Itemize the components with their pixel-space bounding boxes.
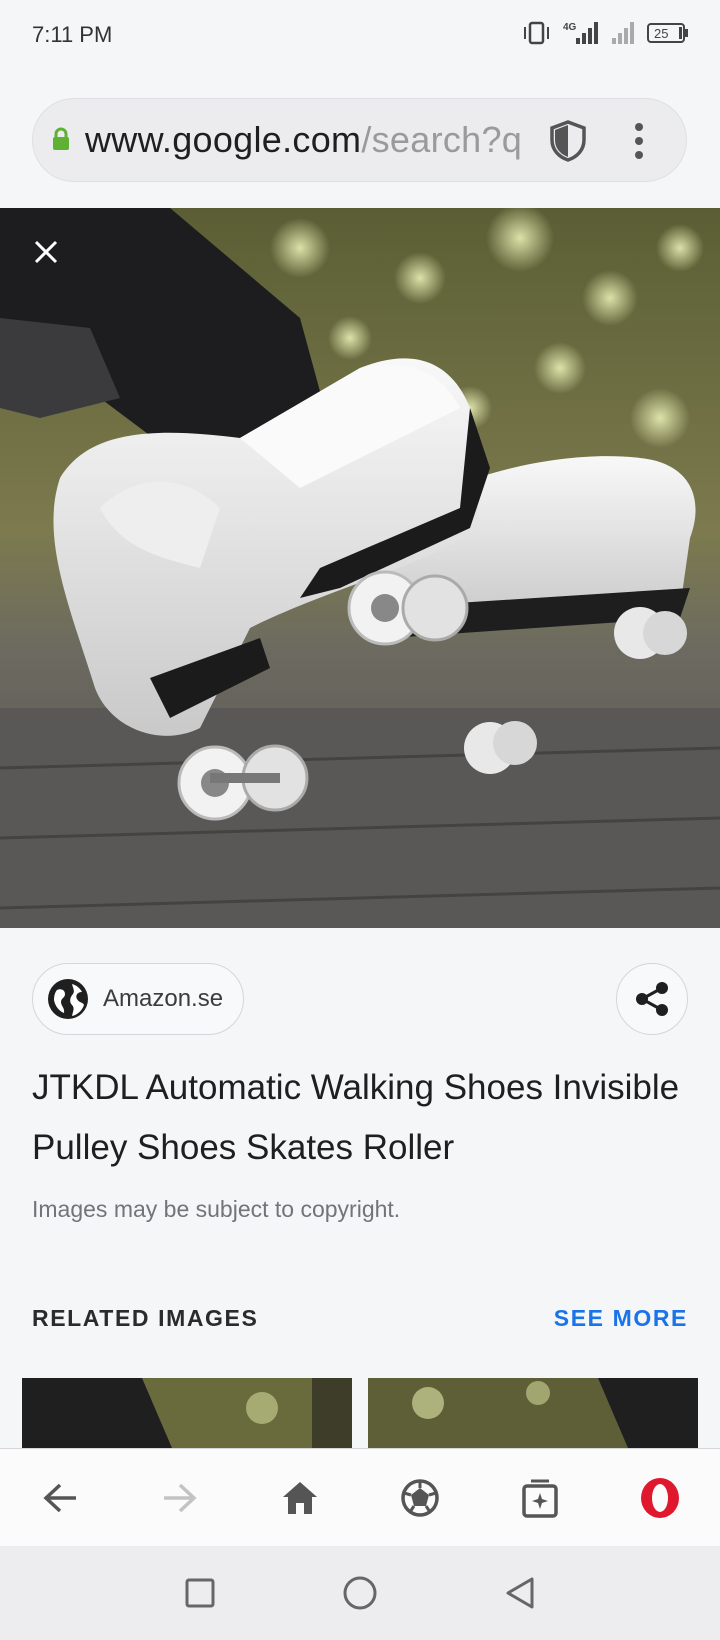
url-area: www.google.com/search?q bbox=[0, 72, 720, 208]
status-icons: 4G 25 bbox=[522, 20, 690, 46]
home-circle-icon bbox=[343, 1576, 377, 1610]
network-label: 4G bbox=[563, 22, 577, 33]
opera-menu-button[interactable] bbox=[600, 1449, 720, 1547]
roller-shoe-image bbox=[0, 208, 720, 928]
speed-dial-icon bbox=[401, 1478, 439, 1517]
result-image[interactable] bbox=[0, 208, 720, 928]
source-label: Amazon.se bbox=[103, 985, 224, 1012]
opera-menu-icon bbox=[641, 1477, 679, 1518]
recents-button[interactable] bbox=[170, 1563, 230, 1623]
close-icon[interactable] bbox=[30, 236, 62, 268]
share-button[interactable] bbox=[616, 963, 688, 1035]
speed-dial-button[interactable] bbox=[360, 1449, 480, 1547]
more-vert-icon[interactable] bbox=[631, 121, 647, 161]
home-icon bbox=[283, 1481, 317, 1514]
recents-square-icon bbox=[185, 1578, 215, 1608]
see-more-link[interactable]: SEE MORE bbox=[554, 1305, 688, 1332]
battery-label: 25 bbox=[654, 26, 668, 41]
url-path: /search?q bbox=[361, 119, 523, 160]
copyright-notice: Images may be subject to copyright. bbox=[32, 1196, 401, 1222]
forward-arrow-icon bbox=[164, 1483, 197, 1512]
tabs-button[interactable] bbox=[480, 1449, 600, 1547]
back-arrow-icon bbox=[43, 1483, 76, 1512]
lock-icon bbox=[53, 127, 69, 150]
status-time: 7:11 PM bbox=[32, 22, 113, 47]
forward-button[interactable] bbox=[120, 1449, 240, 1547]
home-nav-button[interactable] bbox=[330, 1563, 390, 1623]
back-button[interactable] bbox=[0, 1449, 120, 1547]
browser-toolbar bbox=[0, 1448, 720, 1546]
battery-icon: 25 bbox=[647, 23, 688, 43]
related-image-thumbnail[interactable] bbox=[368, 1378, 698, 1448]
vibrate-icon bbox=[524, 21, 549, 45]
share-icon bbox=[636, 982, 668, 1016]
tabs-icon bbox=[522, 1479, 558, 1518]
android-nav-bar bbox=[0, 1546, 720, 1640]
back-triangle-icon bbox=[506, 1577, 534, 1609]
address-bar[interactable]: www.google.com/search?q bbox=[32, 98, 687, 182]
signal-weak-icon bbox=[612, 22, 634, 44]
back-nav-button[interactable] bbox=[490, 1563, 550, 1623]
url-text[interactable]: www.google.com/search?q bbox=[85, 119, 525, 161]
related-image-1 bbox=[22, 1378, 352, 1448]
related-images-heading: RELATED IMAGES bbox=[32, 1305, 259, 1331]
url-host: www.google.com bbox=[85, 119, 362, 160]
source-chip[interactable]: Amazon.se bbox=[32, 963, 244, 1035]
home-button[interactable] bbox=[240, 1449, 360, 1547]
related-image-thumbnail[interactable] bbox=[22, 1378, 352, 1448]
status-bar: 7:11 PM 4G 25 bbox=[0, 0, 720, 72]
signal-4g-icon: 4G bbox=[563, 22, 598, 44]
image-title[interactable]: JTKDL Automatic Walking Shoes Invisible … bbox=[32, 1058, 682, 1178]
image-details-panel: Amazon.se JTKDL Automatic Walking Shoes … bbox=[0, 928, 720, 1448]
shield-icon[interactable] bbox=[548, 119, 588, 163]
related-image-2 bbox=[368, 1378, 698, 1448]
globe-icon bbox=[48, 979, 88, 1019]
